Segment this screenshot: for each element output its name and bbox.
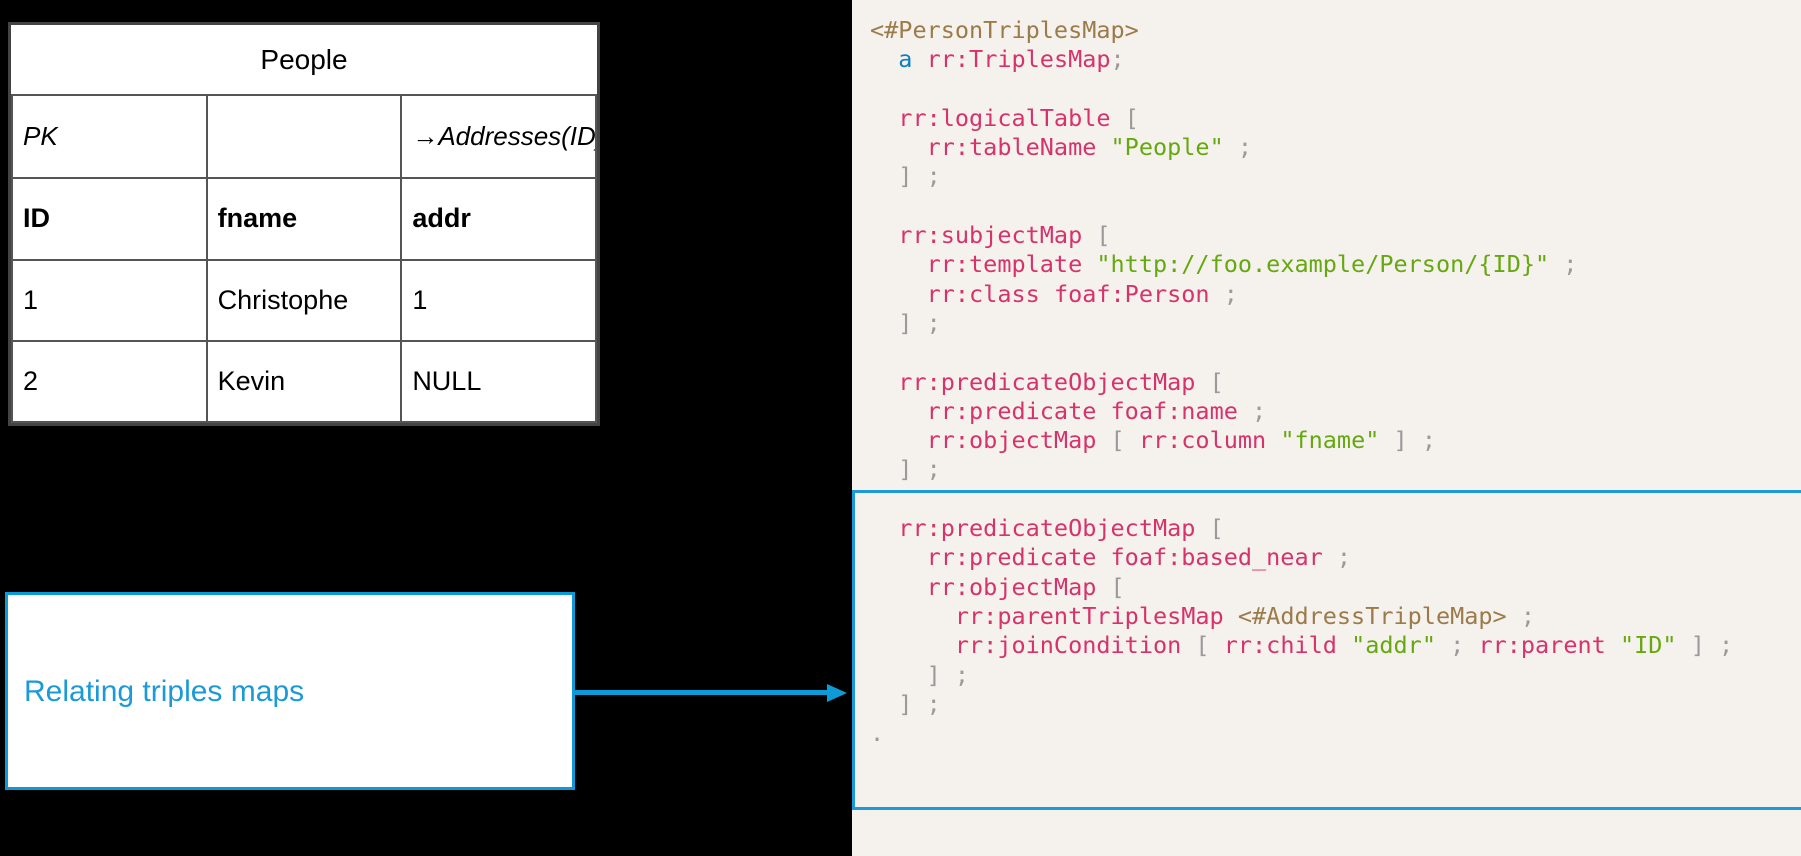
cell-id: 2 xyxy=(11,339,208,424)
code-line: rr:logicalTable [ xyxy=(898,103,1139,132)
code-line: . xyxy=(870,719,885,748)
code-line: rr:objectMap [ xyxy=(926,572,1125,601)
turtle-code-block: <#PersonTriplesMap> a rr:TriplesMap; rr:… xyxy=(852,0,1801,748)
code-line: rr:joinCondition [ rr:child "addr" ; rr:… xyxy=(954,631,1734,660)
table-row: 1 Christophe 1 xyxy=(11,258,597,342)
callout-box: Relating triples maps xyxy=(5,592,575,790)
code-line: rr:predicateObjectMap [ xyxy=(898,514,1224,543)
people-table-panel: People PK →Addresses(ID) ID fname addr 1… xyxy=(8,22,600,426)
code-line: ] ; xyxy=(898,455,941,484)
table-key-row: PK →Addresses(ID) xyxy=(11,94,597,180)
turtle-code-panel: <#PersonTriplesMap> a rr:TriplesMap; rr:… xyxy=(852,0,1801,856)
table-header-row: ID fname addr xyxy=(11,177,597,261)
arrow-right-icon xyxy=(575,684,853,702)
code-line: rr:template "http://foo.example/Person/{… xyxy=(926,250,1578,279)
code-line: rr:tableName "People" ; xyxy=(926,133,1253,162)
key-cell-fk: →Addresses(ID) xyxy=(400,94,597,180)
cell-fname: Christophe xyxy=(205,258,403,342)
code-line: rr:subjectMap [ xyxy=(898,221,1111,250)
code-line: rr:objectMap [ rr:column "fname" ] ; xyxy=(926,426,1437,455)
code-line: rr:predicate foaf:based_near ; xyxy=(926,543,1352,572)
code-line: rr:predicateObjectMap [ xyxy=(898,367,1224,396)
code-line: ] ; xyxy=(926,660,970,689)
code-line: ] ; xyxy=(898,162,941,191)
code-line: rr:class foaf:Person ; xyxy=(926,279,1238,308)
column-header-fname: fname xyxy=(205,177,403,261)
column-header-addr: addr xyxy=(400,177,597,261)
table-title: People xyxy=(12,25,596,97)
code-line: ] ; xyxy=(898,689,941,718)
code-line: <#PersonTriplesMap> xyxy=(870,16,1139,44)
code-line: rr:parentTriplesMap <#AddressTripleMap> … xyxy=(954,601,1536,630)
people-table: People PK →Addresses(ID) ID fname addr 1… xyxy=(11,25,597,424)
arrow-head xyxy=(827,684,847,702)
arrow-shaft xyxy=(575,690,833,695)
code-line: ] ; xyxy=(898,308,941,337)
key-cell-pk: PK xyxy=(11,94,208,180)
code-line: a rr:TriplesMap; xyxy=(898,45,1125,74)
callout-label: Relating triples maps xyxy=(24,674,305,708)
cell-addr: NULL xyxy=(400,339,597,424)
key-cell-blank xyxy=(205,94,403,180)
column-header-id: ID xyxy=(11,177,208,261)
code-line: rr:predicate foaf:name ; xyxy=(926,396,1267,425)
table-row: 2 Kevin NULL xyxy=(11,339,597,424)
cell-fname: Kevin xyxy=(205,339,403,424)
cell-id: 1 xyxy=(11,258,208,342)
cell-addr: 1 xyxy=(400,258,597,342)
table-title-row: People xyxy=(12,25,596,97)
